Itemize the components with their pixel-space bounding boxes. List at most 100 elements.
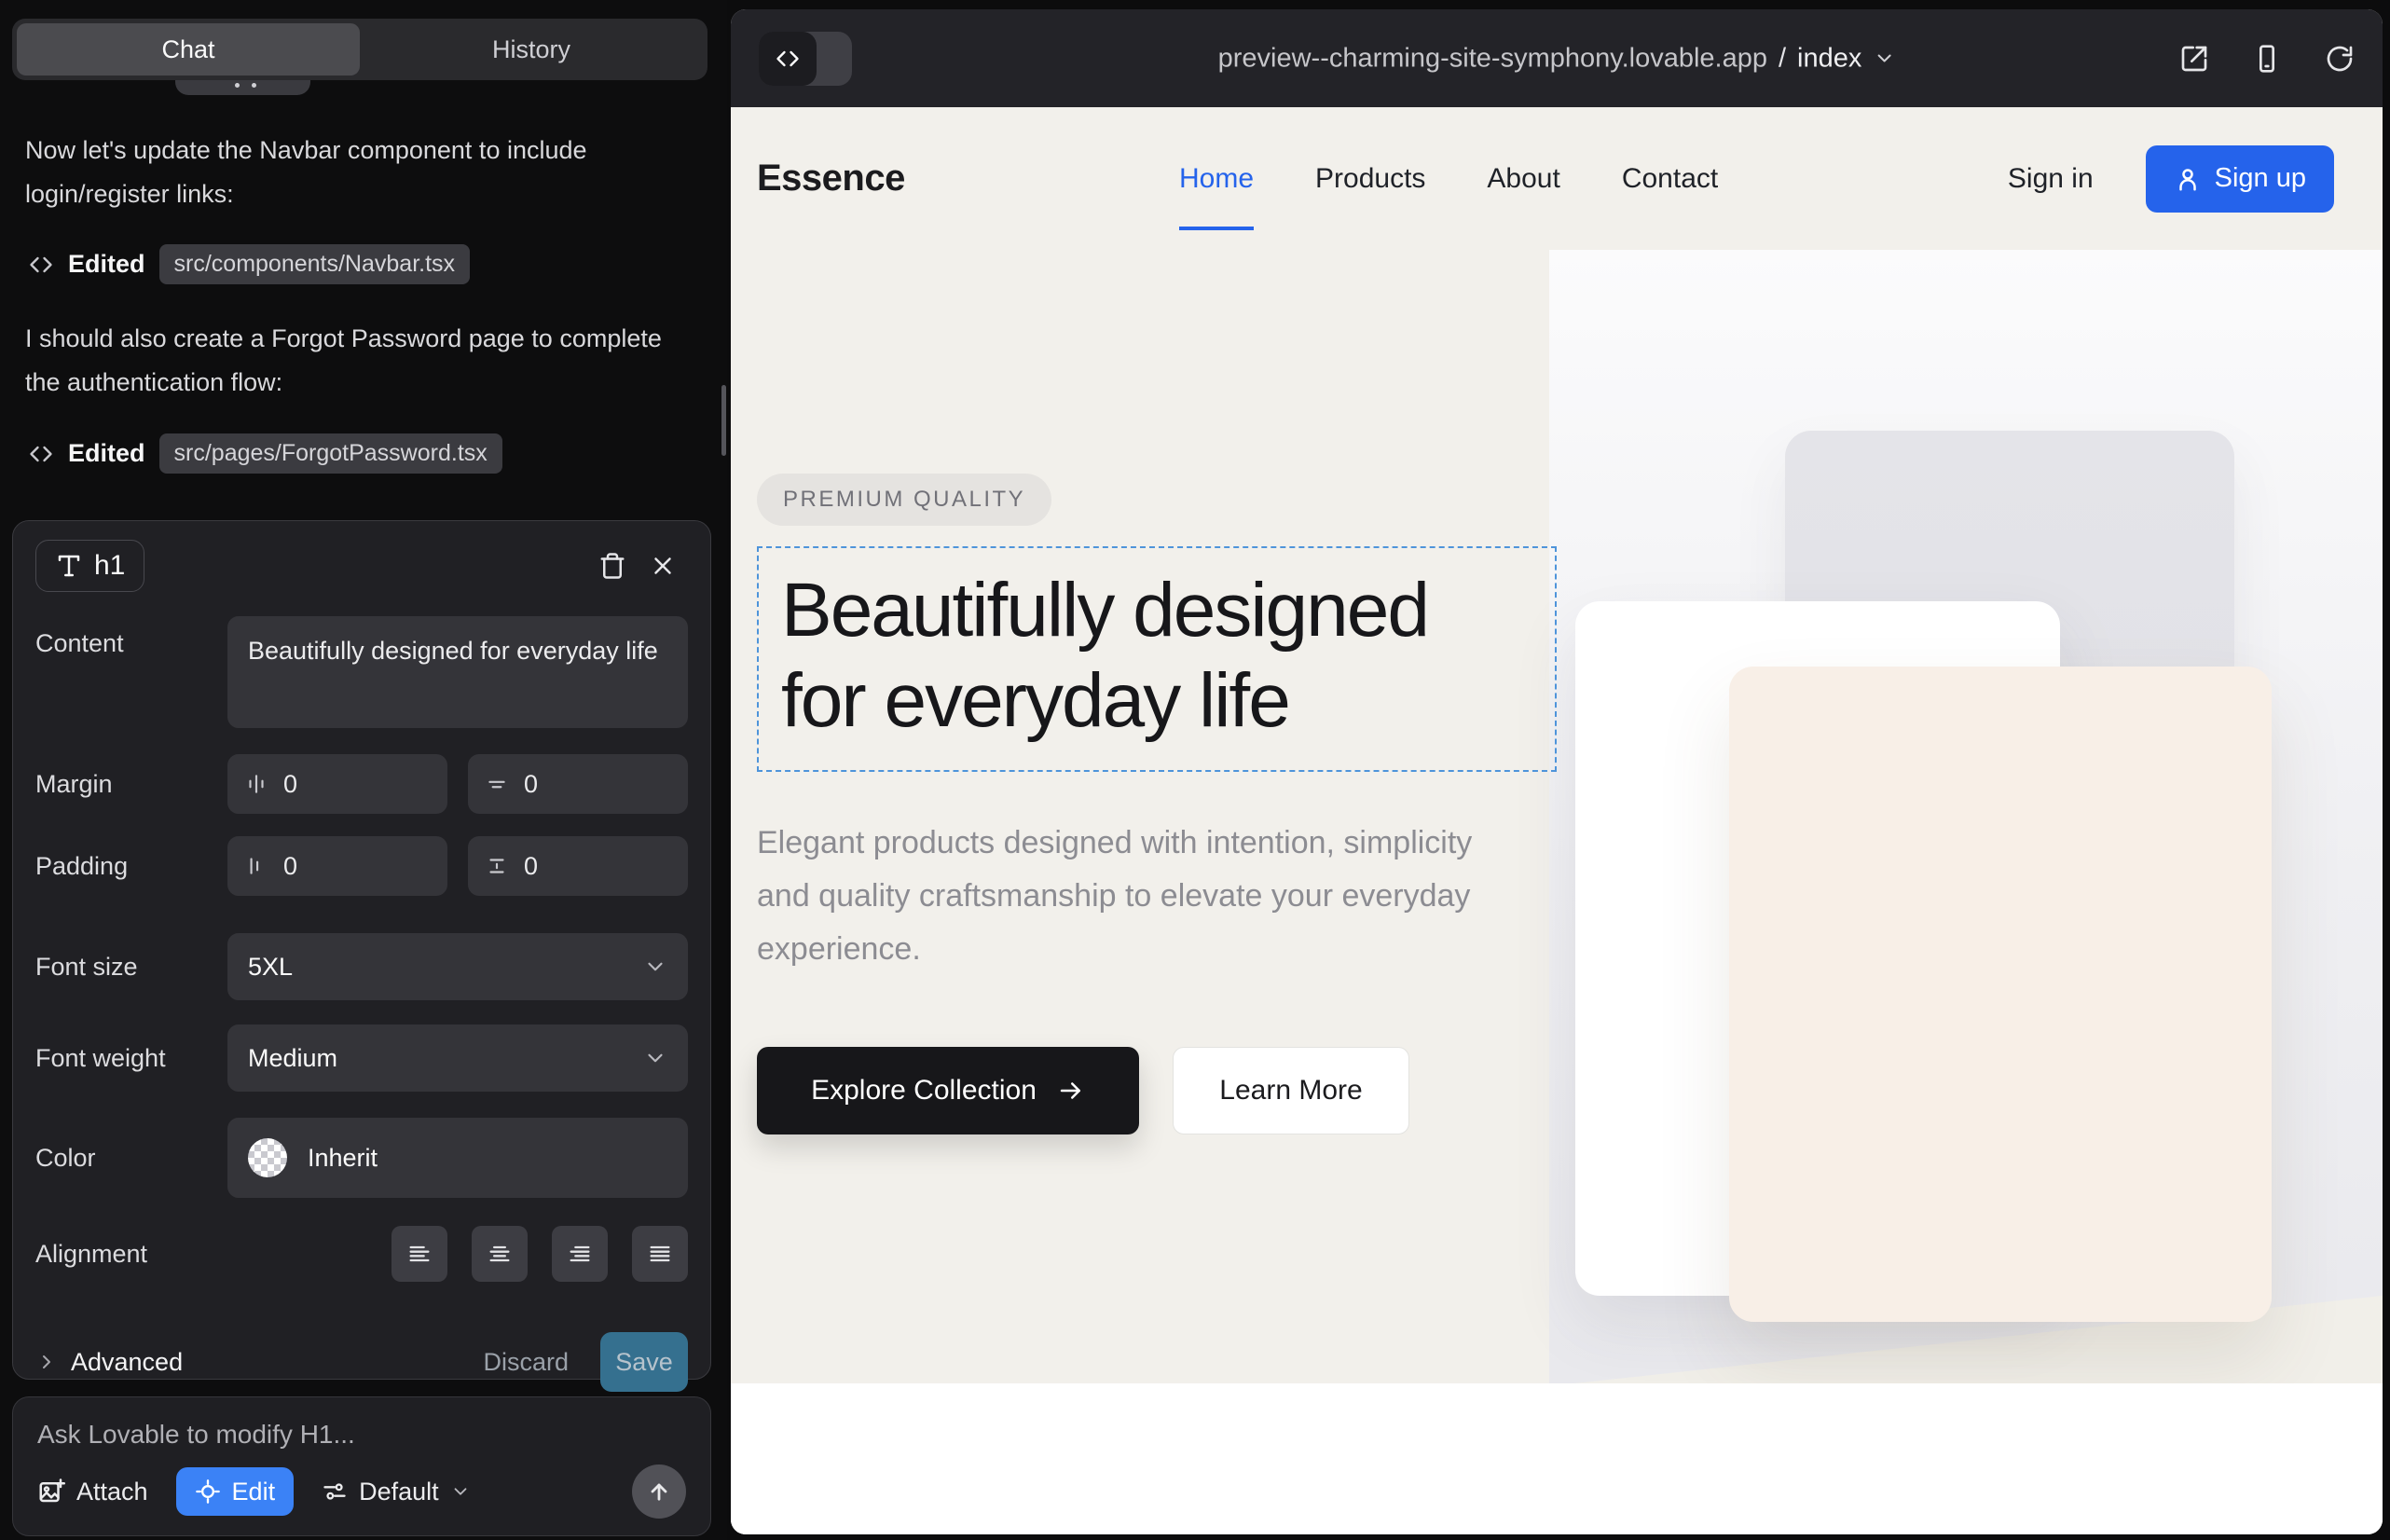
edit-mode-button[interactable]: Edit (176, 1467, 295, 1516)
tab-history[interactable]: History (360, 23, 703, 76)
chevron-right-icon (35, 1351, 58, 1373)
refresh-button[interactable] (2325, 44, 2355, 74)
color-value: Inherit (308, 1144, 378, 1173)
code-icon (759, 32, 817, 86)
app-window: Chat History Now let's update the Navbar… (0, 0, 2390, 1540)
delete-element-button[interactable] (587, 541, 638, 591)
browser-toolbar: preview--charming-site-symphony.lovable.… (731, 9, 2383, 107)
external-link-icon (2179, 44, 2209, 74)
font-weight-label: Font weight (35, 1044, 227, 1073)
selected-h1-outline[interactable]: Beautifully designed for everyday life (757, 546, 1557, 772)
sidebar-scrollbar[interactable] (721, 385, 726, 456)
discard-button[interactable]: Discard (483, 1348, 569, 1377)
chat-message: I should also create a Forgot Password p… (25, 317, 692, 405)
margin-horizontal-input[interactable]: 0 (227, 754, 447, 814)
content-label: Content (35, 629, 227, 658)
edited-file-chip[interactable]: src/components/Navbar.tsx (159, 244, 471, 284)
model-default-select[interactable]: Default (322, 1478, 471, 1506)
attach-label: Attach (76, 1478, 148, 1506)
arrow-right-icon (1057, 1077, 1085, 1105)
padding-row: Padding 0 0 (35, 836, 688, 896)
send-button[interactable] (632, 1464, 686, 1519)
color-label: Color (35, 1144, 227, 1173)
hero-paragraph: Elegant products designed with intention… (757, 817, 1531, 976)
chevron-down-icon (643, 1046, 667, 1070)
nav-link-products[interactable]: Products (1315, 163, 1425, 195)
sign-in-link[interactable]: Sign in (2008, 163, 2094, 195)
scrolled-chip-partial (175, 78, 310, 95)
smartphone-icon (2252, 44, 2282, 74)
url-separator: / (1779, 43, 1786, 74)
nav-link-about[interactable]: About (1487, 163, 1559, 195)
url-bar[interactable]: preview--charming-site-symphony.lovable.… (1218, 43, 1896, 74)
edit-label: Edit (232, 1478, 276, 1506)
editor-panel-footer: Advanced Discard Save (35, 1332, 688, 1392)
chat-sidebar: Chat History Now let's update the Navbar… (0, 0, 727, 1540)
font-weight-row: Font weight Medium (35, 1024, 688, 1092)
hero-cta-row: Explore Collection Learn More (757, 1047, 1577, 1134)
open-external-button[interactable] (2179, 44, 2209, 74)
align-justify-icon (647, 1241, 673, 1267)
site-logo[interactable]: Essence (757, 158, 905, 199)
site-page: Essence Home Products About Contact Sign… (731, 107, 2383, 1534)
element-tag-label: h1 (94, 550, 125, 582)
font-size-value: 5XL (248, 953, 293, 982)
edited-file-row: Edited src/pages/ForgotPassword.tsx (28, 433, 502, 474)
attach-button[interactable]: Attach (37, 1478, 148, 1506)
color-select[interactable]: Inherit (227, 1118, 688, 1198)
learn-more-button[interactable]: Learn More (1173, 1047, 1409, 1134)
edited-file-chip[interactable]: src/pages/ForgotPassword.tsx (159, 433, 502, 474)
type-icon (55, 552, 83, 580)
align-center-icon (487, 1241, 513, 1267)
close-icon (649, 552, 677, 580)
hero-badge: PREMIUM QUALITY (757, 474, 1051, 526)
edited-label: Edited (68, 439, 145, 468)
user-icon (2174, 165, 2202, 193)
next-section-background (731, 1383, 2383, 1534)
font-size-select[interactable]: 5XL (227, 933, 688, 1000)
chat-message: Now let's update the Navbar component to… (25, 129, 692, 216)
explore-collection-button[interactable]: Explore Collection (757, 1047, 1139, 1134)
padding-horizontal-input[interactable]: 0 (227, 836, 447, 896)
align-justify-button[interactable] (632, 1226, 688, 1282)
trash-icon (598, 552, 626, 580)
active-underline (1179, 227, 1254, 230)
font-weight-select[interactable]: Medium (227, 1024, 688, 1092)
url-page: index (1797, 43, 1861, 74)
image-plus-icon (37, 1478, 65, 1506)
margin-vertical-value: 0 (524, 770, 538, 799)
align-right-button[interactable] (552, 1226, 608, 1282)
color-row: Color Inherit (35, 1118, 688, 1198)
selected-element-pill[interactable]: h1 (35, 540, 144, 592)
font-size-label: Font size (35, 953, 227, 982)
padding-vertical-input[interactable]: 0 (468, 836, 688, 896)
nav-link-contact[interactable]: Contact (1622, 163, 1718, 195)
auth-actions: Sign in Sign up (2008, 145, 2334, 213)
mobile-view-button[interactable] (2252, 44, 2282, 74)
editor-panel-header: h1 (35, 540, 688, 592)
align-center-button[interactable] (472, 1226, 528, 1282)
content-textarea[interactable]: Beautifully designed for everyday life (227, 616, 688, 728)
advanced-toggle[interactable]: Advanced (35, 1348, 183, 1377)
margin-horizontal-value: 0 (283, 770, 297, 799)
align-left-button[interactable] (391, 1226, 447, 1282)
code-preview-toggle[interactable] (759, 32, 852, 86)
save-button[interactable]: Save (600, 1332, 688, 1392)
advanced-label: Advanced (71, 1348, 183, 1377)
nav-link-home[interactable]: Home (1179, 163, 1254, 195)
margin-vertical-input[interactable]: 0 (468, 754, 688, 814)
padding-horizontal-value: 0 (283, 852, 297, 881)
sign-up-button[interactable]: Sign up (2146, 145, 2334, 213)
chevron-down-icon (450, 1481, 471, 1502)
padding-label: Padding (35, 852, 227, 881)
chat-input-box[interactable]: Ask Lovable to modify H1... Attach Edit (12, 1396, 711, 1536)
transparency-swatch-icon (248, 1138, 287, 1177)
alignment-row: Alignment (35, 1226, 688, 1282)
tab-chat[interactable]: Chat (17, 23, 360, 76)
chat-input-placeholder: Ask Lovable to modify H1... (37, 1420, 686, 1450)
locate-icon (195, 1478, 221, 1505)
close-panel-button[interactable] (638, 541, 688, 591)
sliders-icon (322, 1478, 348, 1505)
edited-label: Edited (68, 250, 145, 279)
sidebar-tabbar: Chat History (12, 19, 707, 80)
